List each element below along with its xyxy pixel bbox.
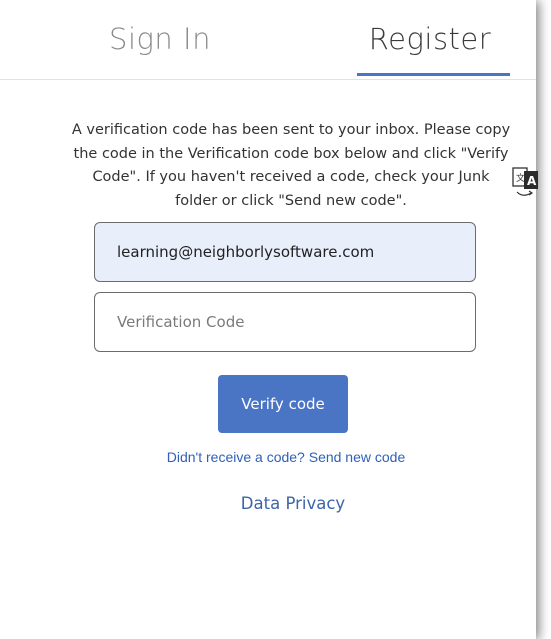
verify-code-button[interactable]: Verify code (218, 375, 348, 433)
translate-icon[interactable]: 文 A (511, 162, 541, 202)
data-privacy-link[interactable]: Data Privacy (150, 494, 436, 513)
send-new-code-link[interactable]: Didn't receive a code? Send new code (100, 449, 472, 465)
email-field[interactable] (94, 222, 476, 282)
register-card: Sign In Register A verification code has… (0, 0, 536, 639)
tab-register[interactable]: Register (330, 22, 530, 72)
tab-sign-in[interactable]: Sign In (60, 22, 260, 72)
auth-tabs: Sign In Register (0, 0, 536, 80)
verification-instructions: A verification code has been sent to you… (71, 122, 511, 209)
svg-text:文: 文 (516, 172, 525, 184)
active-tab-indicator (357, 73, 510, 76)
verification-code-input[interactable] (94, 292, 476, 352)
svg-text:A: A (527, 174, 537, 188)
